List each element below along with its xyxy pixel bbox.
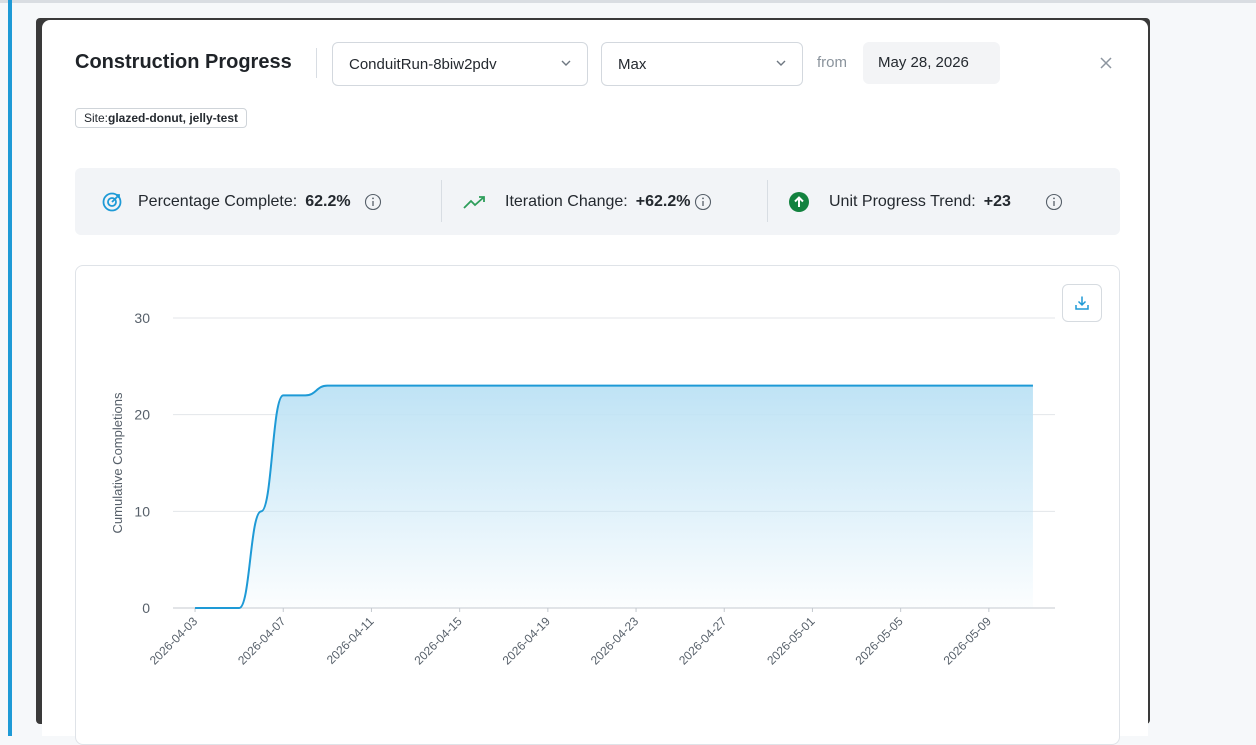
y-tick-label: 0	[142, 600, 150, 616]
cumulative-completions-chart: 0 10 20 30 Cumulative Completions 2026-04-03 2…	[76, 266, 1119, 744]
x-tick-label: 2026-04-03	[147, 614, 201, 668]
x-tick-label: 2026-05-09	[941, 614, 995, 668]
stats-bar: Percentage Complete: 62.2% Iteration Cha…	[75, 168, 1120, 235]
window-top-border	[0, 0, 1256, 3]
range-select[interactable]: Max	[601, 42, 803, 86]
download-button[interactable]	[1062, 284, 1102, 322]
download-icon	[1074, 295, 1090, 311]
x-tick-label: 2026-04-19	[500, 614, 554, 668]
title-divider	[316, 48, 317, 78]
y-tick-label: 10	[134, 503, 150, 519]
percentage-complete-value: 62.2%	[305, 193, 350, 211]
stat-percentage-complete: Percentage Complete: 62.2%	[101, 168, 382, 235]
site-filter-key: Site:	[84, 111, 108, 125]
run-select[interactable]: ConduitRun-8biw2pdv	[332, 42, 588, 86]
x-tick-label: 2026-05-01	[764, 614, 818, 668]
stat-divider	[441, 180, 442, 222]
site-filter-value: glazed-donut, jelly-test	[108, 111, 238, 125]
from-date-value: May 28, 2026	[878, 54, 969, 71]
x-tick-label: 2026-04-15	[411, 614, 465, 668]
stat-divider	[767, 180, 768, 222]
chevron-down-icon	[774, 56, 788, 70]
unit-progress-trend-value: +23	[984, 193, 1011, 211]
info-icon[interactable]	[1045, 193, 1063, 211]
unit-progress-trend-label: Unit Progress Trend:	[829, 193, 976, 211]
run-select-value: ConduitRun-8biw2pdv	[349, 56, 497, 73]
y-tick-label: 30	[134, 310, 150, 326]
selection-accent-bar	[8, 0, 12, 736]
x-tick-label: 2026-04-11	[324, 614, 377, 667]
site-filter-chip[interactable]: Site:glazed-donut, jelly-test	[75, 108, 247, 128]
info-icon[interactable]	[364, 193, 382, 211]
from-date-picker[interactable]: May 28, 2026	[863, 42, 1000, 84]
range-select-value: Max	[618, 56, 646, 73]
x-tick-label: 2026-04-07	[235, 614, 289, 668]
x-tick-label: 2026-04-27	[676, 614, 730, 668]
y-axis-label: Cumulative Completions	[110, 392, 125, 533]
x-tick-label: 2026-04-23	[588, 614, 642, 668]
chart-card: 0 10 20 30 Cumulative Completions 2026-04-03 2…	[75, 265, 1120, 745]
construction-progress-modal: Construction Progress ConduitRun-8biw2pd…	[42, 20, 1148, 736]
arrow-up-circle-icon	[789, 192, 809, 212]
stat-iteration-change: Iteration Change: +62.2%	[463, 168, 712, 235]
chevron-down-icon	[559, 56, 573, 70]
close-icon[interactable]	[1096, 53, 1116, 73]
iteration-change-label: Iteration Change:	[505, 193, 628, 211]
stat-unit-progress-trend: Unit Progress Trend: +23	[789, 168, 1063, 235]
trending-up-icon	[463, 194, 487, 210]
y-tick-label: 20	[134, 407, 150, 423]
x-tick-label: 2026-05-05	[852, 614, 906, 668]
series-area	[195, 386, 1033, 608]
modal-title: Construction Progress	[75, 51, 292, 74]
from-label: from	[817, 54, 847, 71]
target-icon	[101, 191, 123, 213]
percentage-complete-label: Percentage Complete:	[138, 193, 297, 211]
info-icon[interactable]	[694, 193, 712, 211]
iteration-change-value: +62.2%	[636, 193, 691, 211]
